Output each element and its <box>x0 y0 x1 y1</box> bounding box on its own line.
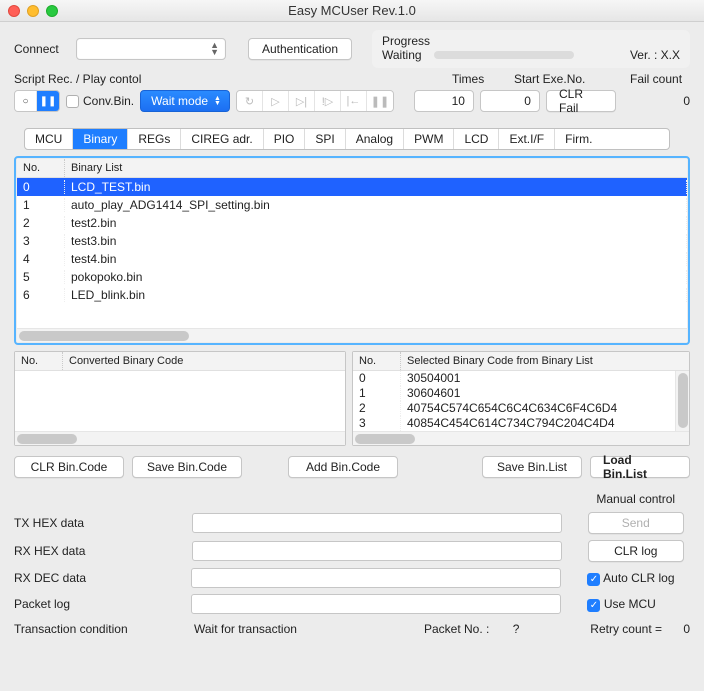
mode-popup[interactable]: Wait mode ▲▼ <box>140 90 230 112</box>
tab-pio[interactable]: PIO <box>264 129 306 149</box>
table-row[interactable]: 4test4.bin <box>17 250 687 268</box>
progress-box: Progress Waiting Ver. : X.X <box>372 30 690 68</box>
table-row[interactable]: 130604601 <box>353 386 675 401</box>
tab-regs[interactable]: REGs <box>128 129 181 149</box>
rxhex-label: RX HEX data <box>14 544 192 558</box>
packetno-label: Packet No. : <box>424 622 489 636</box>
add-bincode-button[interactable]: Add Bin.Code <box>288 456 398 478</box>
manual-control-label: Manual control <box>582 492 690 506</box>
table-row[interactable]: 240754C574C654C6C4C634C6F4C6D4 <box>353 401 675 416</box>
save-bincode-button[interactable]: Save Bin.Code <box>132 456 242 478</box>
table-row[interactable]: 6LED_blink.bin <box>17 286 687 304</box>
h-scrollbar[interactable] <box>353 431 689 445</box>
authentication-button[interactable]: Authentication <box>248 38 352 60</box>
start-label: Start Exe.No. <box>514 72 624 86</box>
col-no[interactable]: No. <box>15 352 63 370</box>
col-name[interactable]: Binary List <box>65 159 687 177</box>
connect-label: Connect <box>14 42 70 56</box>
skip-back-icon[interactable]: |← <box>341 91 367 111</box>
table-row[interactable]: 5pokopoko.bin <box>17 268 687 286</box>
col-no[interactable]: No. <box>353 352 401 370</box>
tab-analog[interactable]: Analog <box>346 129 404 149</box>
clrlog-button[interactable]: CLR log <box>588 540 684 562</box>
send-button[interactable]: Send <box>588 512 684 534</box>
failcount-label: Fail count <box>630 72 682 86</box>
selected-code-panel: No. Selected Binary Code from Binary Lis… <box>352 351 690 446</box>
clr-fail-button[interactable]: CLR Fail <box>546 90 616 112</box>
start-input[interactable]: 0 <box>480 90 540 112</box>
pause-icon[interactable]: ❚❚ <box>37 91 59 111</box>
retry-label: Retry count = <box>590 622 662 636</box>
load-binlist-button[interactable]: Load Bin.List <box>590 456 690 478</box>
progress-label: Progress <box>382 34 680 48</box>
waiting-label: Waiting <box>382 48 422 62</box>
txhex-label: TX HEX data <box>14 516 192 530</box>
tab-spi[interactable]: SPI <box>305 129 345 149</box>
txhex-input[interactable] <box>192 513 562 533</box>
v-scrollbar[interactable] <box>675 371 689 431</box>
tab-ext-i-f[interactable]: Ext.I/F <box>499 129 555 149</box>
h-scrollbar[interactable] <box>17 328 687 342</box>
chevron-updown-icon: ▲▼ <box>214 96 221 106</box>
table-row[interactable]: 340854C454C614C734C794C204C4D4 <box>353 416 675 431</box>
retry-value: 0 <box>672 622 690 636</box>
col-no[interactable]: No. <box>17 159 65 177</box>
script-header: Script Rec. / Play contol <box>14 72 446 86</box>
tab-mcu[interactable]: MCU <box>25 129 73 149</box>
window-title: Easy MCUser Rev.1.0 <box>0 3 704 18</box>
convbin-label: Conv.Bin. <box>83 94 134 108</box>
usemcu-checkbox[interactable]: ✓ <box>587 599 600 612</box>
table-row[interactable]: 1auto_play_ADG1414_SPI_setting.bin <box>17 196 687 214</box>
autoclr-checkbox[interactable]: ✓ <box>587 573 600 586</box>
table-row[interactable]: 030504001 <box>353 371 675 386</box>
tab-firm-[interactable]: Firm. <box>555 129 602 149</box>
usemcu-label: Use MCU <box>604 597 656 611</box>
h-scrollbar[interactable] <box>15 431 345 445</box>
fail-value: 0 <box>670 94 690 108</box>
table-row[interactable]: 3test3.bin <box>17 232 687 250</box>
step-forward-icon[interactable]: ▷| <box>289 91 315 111</box>
convbin-checkbox[interactable] <box>66 95 79 108</box>
tab-cireg-adr-[interactable]: CIREG adr. <box>181 129 263 149</box>
packetno-value: ? <box>499 622 519 636</box>
rxdec-input[interactable] <box>191 568 561 588</box>
rxdec-label: RX DEC data <box>14 571 191 585</box>
packetlog-input[interactable] <box>191 594 561 614</box>
binary-list-body[interactable]: 0LCD_TEST.bin1auto_play_ADG1414_SPI_sett… <box>17 178 687 328</box>
version-label: Ver. : X.X <box>630 48 680 62</box>
times-label: Times <box>452 72 508 86</box>
transcond-label: Transaction condition <box>14 622 184 636</box>
step-one-icon[interactable]: !▷ <box>315 91 341 111</box>
tab-lcd[interactable]: LCD <box>454 129 499 149</box>
pause2-icon[interactable]: ❚❚ <box>367 91 393 111</box>
connect-combo[interactable]: ▲▼ <box>76 38 226 60</box>
table-row[interactable]: 2test2.bin <box>17 214 687 232</box>
chevron-updown-icon: ▲▼ <box>210 42 219 56</box>
binary-list-pane: No. Binary List 0LCD_TEST.bin1auto_play_… <box>14 156 690 345</box>
tab-pwm[interactable]: PWM <box>404 129 454 149</box>
play-icon[interactable]: ▷ <box>263 91 289 111</box>
col-name[interactable]: Selected Binary Code from Binary List <box>401 352 689 370</box>
titlebar: Easy MCUser Rev.1.0 <box>0 0 704 22</box>
playback-nav[interactable]: ↻ ▷ ▷| !▷ |← ❚❚ <box>236 90 394 112</box>
progress-bar <box>434 51 574 59</box>
col-name[interactable]: Converted Binary Code <box>63 352 345 370</box>
converted-code-panel: No. Converted Binary Code <box>14 351 346 446</box>
record-icon[interactable]: ○ <box>15 91 37 111</box>
rxhex-input[interactable] <box>192 541 562 561</box>
times-input[interactable]: 10 <box>414 90 474 112</box>
packetlog-label: Packet log <box>14 597 191 611</box>
table-row[interactable]: 0LCD_TEST.bin <box>17 178 687 196</box>
autoclr-label: Auto CLR log <box>603 571 674 585</box>
clr-bincode-button[interactable]: CLR Bin.Code <box>14 456 124 478</box>
rec-play-segment[interactable]: ○ ❚❚ <box>14 90 60 112</box>
tab-binary[interactable]: Binary <box>73 129 128 149</box>
reload-icon[interactable]: ↻ <box>237 91 263 111</box>
save-binlist-button[interactable]: Save Bin.List <box>482 456 582 478</box>
wait-label: Wait for transaction <box>194 622 414 636</box>
